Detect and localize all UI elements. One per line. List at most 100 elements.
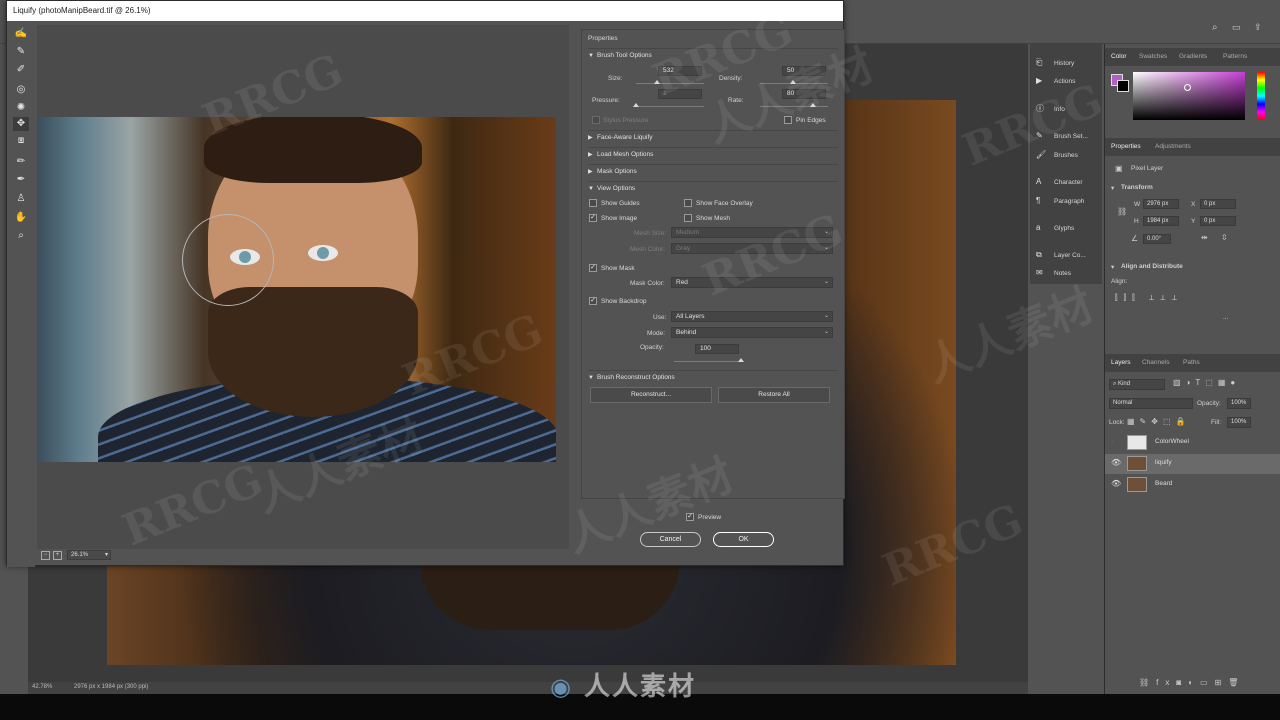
show-guides-checkbox[interactable] xyxy=(589,199,597,207)
slider-knob[interactable] xyxy=(738,358,744,362)
density-slider[interactable] xyxy=(760,80,828,84)
liquify-preview-image[interactable] xyxy=(38,117,556,462)
ok-button[interactable]: OK xyxy=(713,532,774,547)
rate-input[interactable]: 80 xyxy=(782,89,826,99)
show-mesh-checkbox[interactable] xyxy=(684,214,692,222)
blend-mode-select[interactable]: Normal xyxy=(1109,398,1193,409)
align-section-label[interactable]: Align and Distribute xyxy=(1121,263,1183,270)
show-face-overlay-checkbox[interactable] xyxy=(684,199,692,207)
layer-opacity-field[interactable]: 100% xyxy=(1227,398,1251,409)
pucker-tool-icon[interactable]: ✺ xyxy=(13,101,29,115)
hue-slider[interactable] xyxy=(1257,72,1265,120)
visibility-off-icon[interactable]: ▫ xyxy=(1111,437,1114,446)
strip-brushes[interactable]: 🖌 Brushes xyxy=(1036,148,1078,162)
workspace-icon[interactable]: ▭ xyxy=(1232,22,1241,33)
more-options-button[interactable]: ... xyxy=(1223,314,1228,321)
layer-row-beard[interactable]: 👁 Beard xyxy=(1105,475,1280,495)
layer-row-colorwheel[interactable]: ▫ ColorWheel xyxy=(1105,433,1280,453)
width-field[interactable]: 2976 px xyxy=(1143,199,1179,209)
layer-kind-filter[interactable]: ⌕ Kind xyxy=(1109,379,1165,390)
pressure-input[interactable]: 1 xyxy=(658,89,702,99)
twirl-tool-icon[interactable]: ◎ xyxy=(13,83,29,97)
bloat-tool-icon[interactable]: ✥ xyxy=(13,117,29,131)
slider-knob[interactable] xyxy=(810,103,816,107)
flip-horizontal-icon[interactable]: ⇹ xyxy=(1201,233,1208,242)
smooth-tool-icon[interactable]: ✐ xyxy=(13,63,29,77)
strip-brush-settings[interactable]: ✎ Brush Set... xyxy=(1036,129,1088,143)
pin-edges-checkbox[interactable] xyxy=(784,116,792,124)
zoom-in-button[interactable]: + xyxy=(53,551,62,560)
use-select[interactable]: All Layers ⌄ xyxy=(671,311,833,322)
push-left-tool-icon[interactable]: ⧆ xyxy=(13,134,29,148)
tab-paths[interactable]: Paths xyxy=(1183,359,1200,366)
forward-warp-tool-icon[interactable]: ✍ xyxy=(13,27,29,41)
preview-checkbox[interactable]: ✓ xyxy=(686,513,694,521)
stylus-pressure-checkbox[interactable] xyxy=(592,116,600,124)
backdrop-opacity-slider[interactable] xyxy=(674,358,744,362)
cancel-button[interactable]: Cancel xyxy=(640,532,701,547)
transform-section-label[interactable]: Transform xyxy=(1121,184,1153,191)
fill-field[interactable]: 100% xyxy=(1227,417,1251,428)
mesh-color-select[interactable]: Gray ⌄ xyxy=(671,243,833,254)
strip-history[interactable]: ⎗ History xyxy=(1036,56,1074,70)
search-icon[interactable]: ⌕ xyxy=(1212,22,1218,33)
tab-channels[interactable]: Channels xyxy=(1142,359,1169,366)
layer-row-liquify[interactable]: 👁 liquify xyxy=(1105,454,1280,474)
strip-glyphs[interactable]: a Glyphs xyxy=(1036,221,1074,235)
size-slider[interactable] xyxy=(636,80,704,84)
mask-options-header[interactable]: ▶ Mask Options xyxy=(588,164,838,178)
y-field[interactable]: 0 px xyxy=(1200,216,1236,226)
tab-color[interactable]: Color xyxy=(1111,53,1127,60)
eye-icon[interactable]: 👁 xyxy=(1111,458,1121,467)
strip-actions[interactable]: ▶ Actions xyxy=(1036,74,1075,88)
rate-slider[interactable] xyxy=(760,103,828,107)
reconstruct-tool-icon[interactable]: ✎ xyxy=(13,45,29,59)
mode-select[interactable]: Behind ⌄ xyxy=(671,327,833,338)
view-options-header[interactable]: ▼ View Options xyxy=(588,181,838,195)
background-color-swatch[interactable] xyxy=(1117,80,1129,92)
mask-color-select[interactable]: Red ⌄ xyxy=(671,277,833,288)
angle-field[interactable]: 0.00° xyxy=(1143,234,1171,244)
strip-info[interactable]: ⓘ Info xyxy=(1036,102,1065,116)
tab-layers[interactable]: Layers xyxy=(1111,359,1131,366)
slider-knob[interactable] xyxy=(790,80,796,84)
brush-tool-options-header[interactable]: ▼ Brush Tool Options xyxy=(588,48,838,62)
hand-tool-icon[interactable]: ✋ xyxy=(13,211,29,225)
mesh-size-select[interactable]: Medium ⌄ xyxy=(671,227,833,238)
brush-reconstruct-options-header[interactable]: ▼ Brush Reconstruct Options xyxy=(588,370,838,384)
reconstruct-button[interactable]: Reconstruct... xyxy=(590,387,712,403)
layer-actions-icons[interactable]: ⛓fx◙◐▭⊞🗑 xyxy=(1139,678,1245,687)
slider-knob[interactable] xyxy=(654,80,660,84)
height-field[interactable]: 1984 px xyxy=(1143,216,1179,226)
show-backdrop-checkbox[interactable]: ✓ xyxy=(589,297,597,305)
strip-paragraph[interactable]: ¶ Paragraph xyxy=(1036,194,1084,208)
density-input[interactable]: 50 xyxy=(782,66,826,76)
tab-properties[interactable]: Properties xyxy=(1111,143,1141,150)
tab-swatches[interactable]: Swatches xyxy=(1139,53,1167,60)
status-zoom[interactable]: 42.78% xyxy=(32,684,52,690)
strip-character[interactable]: A Character xyxy=(1036,175,1083,189)
thaw-mask-tool-icon[interactable]: ✒ xyxy=(13,173,29,187)
strip-layer-comps[interactable]: ⧉ Layer Co... xyxy=(1036,248,1086,262)
load-mesh-options-header[interactable]: ▶ Load Mesh Options xyxy=(588,147,838,161)
face-tool-icon[interactable]: ♙ xyxy=(13,192,29,206)
eye-icon[interactable]: 👁 xyxy=(1111,479,1121,488)
freeze-mask-tool-icon[interactable]: ✏ xyxy=(13,155,29,169)
restore-all-button[interactable]: Restore All xyxy=(718,387,830,403)
link-icon[interactable]: ⛓ xyxy=(1117,207,1127,216)
show-image-checkbox[interactable]: ✓ xyxy=(589,214,597,222)
tab-patterns[interactable]: Patterns xyxy=(1223,53,1247,60)
flip-vertical-icon[interactable]: ⇳ xyxy=(1221,233,1228,242)
tab-gradients[interactable]: Gradients xyxy=(1179,53,1207,60)
show-mask-checkbox[interactable]: ✓ xyxy=(589,264,597,272)
size-input[interactable]: 532 xyxy=(658,66,702,76)
backdrop-opacity-input[interactable]: 100 xyxy=(695,344,739,354)
face-aware-liquify-header[interactable]: ▶ Face-Aware Liquify xyxy=(588,130,838,144)
share-icon[interactable]: ⇪ xyxy=(1254,22,1262,33)
slider-knob[interactable] xyxy=(633,103,639,107)
zoom-select[interactable]: 26.1% ▾ xyxy=(67,550,111,560)
filter-icons[interactable]: ▨◑T⬚▦● xyxy=(1173,378,1240,387)
align-icons[interactable]: ⫿⫿⫿ ⊥⊥⊥ xyxy=(1115,293,1183,303)
pressure-slider[interactable] xyxy=(633,103,704,107)
lock-icons[interactable]: ▦✎✥⬚🔒 xyxy=(1127,417,1190,426)
